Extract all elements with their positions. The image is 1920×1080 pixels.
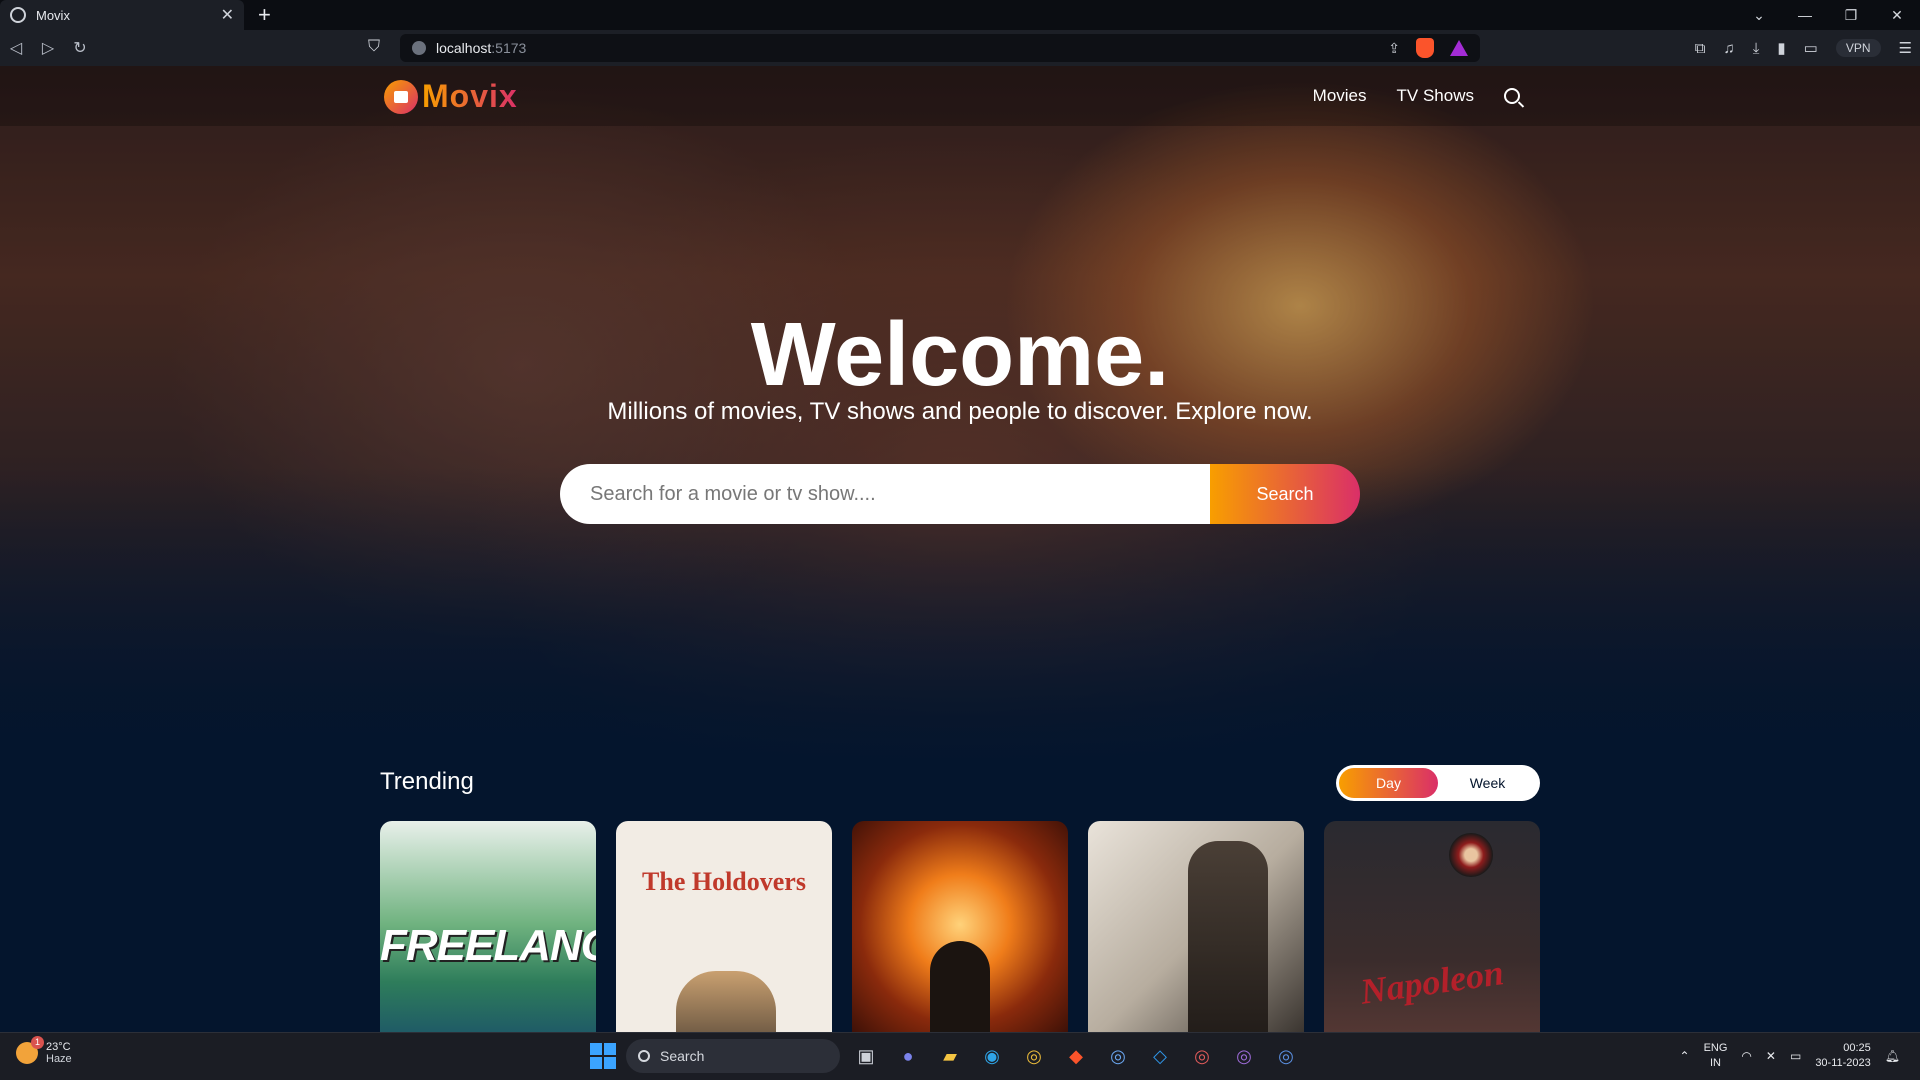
os-taskbar: 1 23°C Haze Search ▣ ● ▰ ◉ ◎ ◆ ◎ ◇ ◎ ◎ ◎… <box>0 1032 1920 1080</box>
chevron-up-icon[interactable]: ⌃ <box>1680 1049 1690 1063</box>
vscode-icon[interactable]: ◇ <box>1144 1040 1176 1072</box>
tab-week[interactable]: Week <box>1438 768 1537 798</box>
brave-shields-icon[interactable] <box>1416 38 1434 58</box>
poster-art <box>1188 841 1268 1032</box>
tab-list-icon[interactable]: ⌄ <box>1736 7 1782 24</box>
page: Movix Movies TV Shows Welcome. Millions … <box>0 66 1920 1032</box>
task-view-icon[interactable]: ▣ <box>850 1040 882 1072</box>
file-explorer-icon[interactable]: ▰ <box>934 1040 966 1072</box>
weather-widget[interactable]: 1 23°C Haze <box>16 1036 72 1065</box>
chrome-profile-icon[interactable]: ◎ <box>1228 1040 1260 1072</box>
movie-card[interactable] <box>852 821 1068 1032</box>
trending-title: Trending <box>380 768 474 795</box>
url-host: localhost <box>436 40 492 56</box>
windows-start-icon[interactable] <box>590 1043 616 1069</box>
close-tab-icon[interactable]: ✕ <box>221 5 234 25</box>
movie-card[interactable]: The Holdovers <box>616 821 832 1032</box>
edge-icon[interactable]: ◉ <box>976 1040 1008 1072</box>
url-port: :5173 <box>491 40 527 56</box>
share-icon[interactable]: ⇪ <box>1388 40 1400 57</box>
brave-icon[interactable]: ◆ <box>1060 1040 1092 1072</box>
date: 30-11-2023 <box>1815 1057 1871 1069</box>
temperature: 23°C <box>46 1041 71 1053</box>
minimize-button[interactable]: — <box>1782 7 1828 23</box>
poster-title: Napoleon <box>1357 952 1507 1012</box>
vpn-button[interactable]: VPN <box>1835 39 1881 57</box>
hero-title: Welcome. <box>750 305 1170 405</box>
url-field[interactable]: localhost:5173 ⇪ <box>400 34 1480 62</box>
clapper-icon <box>384 79 418 114</box>
volume-muted-icon[interactable]: ✕ <box>1766 1049 1776 1063</box>
poster-title: The Holdovers <box>642 867 806 896</box>
main-menu: Movies TV Shows <box>1313 66 1520 126</box>
media-icon[interactable]: ♫ <box>1724 40 1735 57</box>
weather-badge: 1 <box>31 1036 44 1049</box>
download-icon[interactable]: ⤓ <box>1753 40 1760 57</box>
language-indicator[interactable]: ENG IN <box>1704 1041 1728 1071</box>
battery-icon[interactable]: ▭ <box>1790 1049 1801 1063</box>
hero-subtitle: Millions of movies, TV shows and people … <box>607 398 1313 425</box>
movie-card[interactable] <box>1088 821 1304 1032</box>
address-bar-row: ◁ ▷ ↻ ⛉ localhost:5173 ⇪ ⧉ ♫ ⤓ ▮ ▭ VPN ☰ <box>0 30 1920 66</box>
taskbar-search-label: Search <box>660 1048 705 1064</box>
browser-tab[interactable]: Movix ✕ <box>0 0 244 30</box>
chrome-profile-icon[interactable]: ◎ <box>1270 1040 1302 1072</box>
maximize-button[interactable]: ❐ <box>1828 7 1874 24</box>
time: 00:25 <box>1843 1042 1871 1054</box>
close-window-button[interactable]: ✕ <box>1874 7 1920 24</box>
weather-text: Haze <box>46 1053 72 1065</box>
poster-art <box>1449 833 1493 877</box>
menu-icon[interactable]: ☰ <box>1899 39 1912 57</box>
menu-item-movies[interactable]: Movies <box>1313 86 1367 106</box>
browser-tab-bar: Movix ✕ + ⌄ — ❐ ✕ <box>0 0 1920 30</box>
poster-art <box>676 971 776 1032</box>
site-info-icon[interactable] <box>412 41 426 55</box>
toolbar-right: ⧉ ♫ ⤓ ▮ ▭ VPN ☰ <box>1695 30 1912 66</box>
taskbar-apps: Search ▣ ● ▰ ◉ ◎ ◆ ◎ ◇ ◎ ◎ ◎ <box>590 1039 1302 1073</box>
tab-day[interactable]: Day <box>1339 768 1438 798</box>
wallet-icon[interactable]: ▭ <box>1804 39 1818 57</box>
chrome-profile-icon[interactable]: ◎ <box>1102 1040 1134 1072</box>
trending-carousel: FREELANCE The Holdovers Napoleon <box>380 821 1540 1032</box>
back-icon[interactable]: ◁ <box>0 38 32 58</box>
trending-switch: Day Week <box>1336 765 1540 801</box>
sidebar-icon[interactable]: ▮ <box>1777 39 1785 57</box>
notification-icon[interactable]: 🔔︎ <box>1885 1049 1900 1063</box>
movie-card[interactable]: Napoleon <box>1324 821 1540 1032</box>
reload-icon[interactable]: ↻ <box>64 38 96 58</box>
hero-search: Search <box>560 464 1360 524</box>
menu-item-tv-shows[interactable]: TV Shows <box>1397 86 1474 106</box>
forward-icon[interactable]: ▷ <box>32 38 64 58</box>
poster-art <box>930 941 990 1032</box>
site-header: Movix Movies TV Shows <box>0 66 1920 126</box>
brave-rewards-icon[interactable] <box>1450 40 1468 56</box>
globe-icon <box>10 7 26 23</box>
tab-title: Movix <box>36 7 70 23</box>
extensions-icon[interactable]: ⧉ <box>1695 40 1706 57</box>
logo-text: Movix <box>422 78 518 114</box>
movie-card[interactable]: FREELANCE <box>380 821 596 1032</box>
search-button[interactable]: Search <box>1210 464 1360 524</box>
url-actions: ⇪ <box>1388 38 1468 58</box>
search-input[interactable] <box>560 464 1210 524</box>
search-icon <box>638 1050 650 1062</box>
poster-title: FREELANCE <box>380 921 596 970</box>
bookmark-icon[interactable]: ⛉ <box>368 38 380 56</box>
taskbar-search[interactable]: Search <box>626 1039 840 1073</box>
system-tray: ⌃ ENG IN ◠ ✕ ▭ 00:25 30-11-2023 🔔︎ <box>1680 1041 1900 1071</box>
new-tab-button[interactable]: + <box>258 2 271 28</box>
wifi-icon[interactable]: ◠ <box>1741 1049 1751 1063</box>
clock[interactable]: 00:25 30-11-2023 <box>1815 1041 1870 1071</box>
logo[interactable]: Movix <box>384 78 518 115</box>
lang-bottom: IN <box>1710 1057 1721 1069</box>
search-icon[interactable] <box>1504 88 1520 104</box>
weather-icon: 1 <box>16 1036 44 1064</box>
chrome-profile-icon[interactable]: ◎ <box>1186 1040 1218 1072</box>
window-controls: ⌄ — ❐ ✕ <box>1736 0 1920 30</box>
chrome-icon[interactable]: ◎ <box>1018 1040 1050 1072</box>
lang-top: ENG <box>1703 1042 1728 1054</box>
chat-icon[interactable]: ● <box>892 1040 924 1072</box>
